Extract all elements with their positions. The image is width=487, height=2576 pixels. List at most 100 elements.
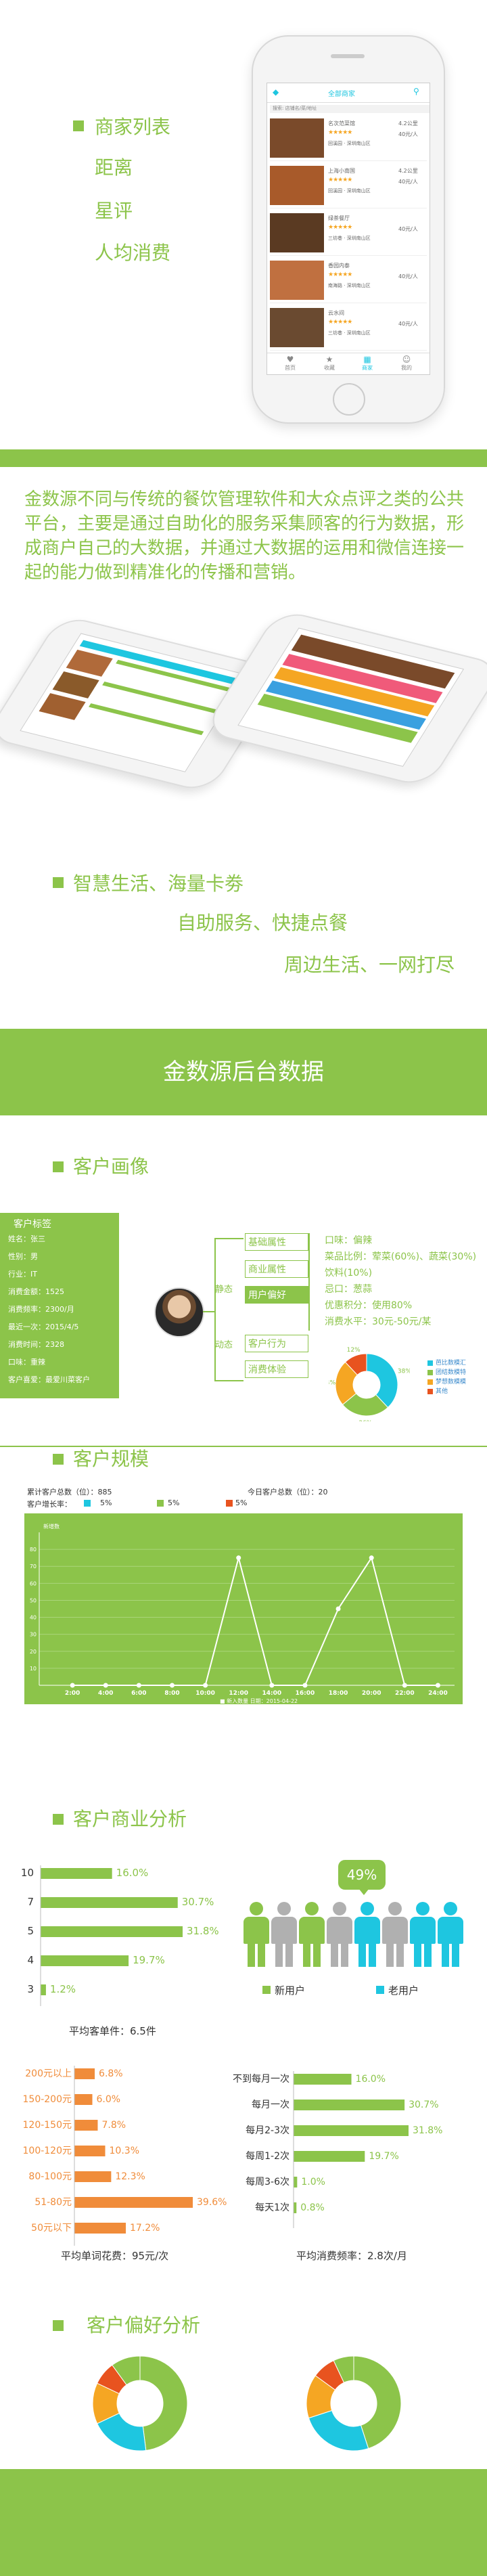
bar-value-label: 19.7%	[133, 1954, 165, 1966]
tab-me[interactable]: ☺ 我的	[393, 355, 420, 372]
y-tick-label: 20	[30, 1649, 37, 1655]
tab-shops[interactable]: ▦ 商家	[354, 355, 381, 372]
items-per-order-chart: 10 16.0% 7 30.7% 5 31.8% 4 19.7% 3 1.2%	[21, 1865, 219, 2006]
avg-spend-caption: 平均单词花费：95元/次	[61, 2250, 169, 2262]
restaurant-row[interactable]: 名次范菜馆 ★★★★★ 回溪园 · 深圳南山区 4.2公里 40元/人	[270, 116, 427, 161]
chart-background	[24, 1513, 463, 1704]
avg-frequency-caption: 平均消费频率：2.8次/月	[296, 2250, 407, 2262]
user-figure-icon	[354, 1902, 380, 1970]
bar-category-label: 3	[27, 1983, 34, 1995]
series-point	[302, 1683, 308, 1688]
growth-legend-label: 客户增长率：	[27, 1500, 72, 1509]
x-tick-label: 22:00	[395, 1690, 415, 1697]
bullet-icon	[73, 120, 84, 131]
bar	[41, 1926, 183, 1937]
attr-behavior[interactable]: 客户行为	[245, 1335, 308, 1352]
bullet-icon	[53, 2320, 64, 2331]
attr-experience[interactable]: 消费体验	[245, 1360, 308, 1378]
customer-tag-line: 行业：IT	[8, 1270, 37, 1279]
customer-tag-line: 口味：重辣	[8, 1358, 45, 1367]
x-tick-label: 20:00	[362, 1690, 381, 1697]
restaurant-row[interactable]: 云水间 ★★★★★ 三坊巷 · 深圳南山区 40元/人	[270, 305, 427, 351]
series-point	[70, 1683, 75, 1688]
pie-legend-swatch	[427, 1370, 433, 1375]
user-figure-icon	[438, 1902, 463, 1970]
restaurant-row[interactable]: 香园内泰 ★★★★★ 南海路 · 深圳南山区 40元/人	[270, 258, 427, 303]
pie-legend-swatch	[427, 1389, 433, 1394]
connector-lines	[203, 1238, 244, 1381]
y-tick-label: 80	[30, 1547, 37, 1553]
bar-category-label: 80-100元	[28, 2171, 72, 2182]
bullet-icon	[53, 1161, 64, 1172]
bar-category-label: 200元以上	[25, 2068, 72, 2079]
user-figure-icon	[299, 1902, 325, 1970]
restaurant-area: 回溪园 · 深圳南山区	[328, 141, 371, 146]
y-tick-label: 40	[30, 1615, 37, 1621]
preference-donut: 38% 26% 24% 12%	[329, 1347, 410, 1421]
dynamic-label: 动态	[215, 1340, 233, 1350]
rating-stars: ★★★★★	[328, 319, 352, 326]
pie-legend-label: 团结数模特	[436, 1369, 467, 1376]
legend-month-value: 5%	[235, 1498, 248, 1507]
home-button[interactable]	[333, 383, 365, 416]
attr-preference[interactable]: 用户偏好	[245, 1286, 308, 1304]
bar-value-label: 1.2%	[50, 1983, 76, 1995]
y-tick-label: 30	[30, 1632, 37, 1638]
rating-stars: ★★★★★	[328, 177, 352, 183]
bar-value-label: 31.8%	[187, 1925, 219, 1937]
x-tick-label: 24:00	[428, 1690, 448, 1697]
phone-mockup-3	[202, 608, 487, 789]
x-tick-label: 14:00	[262, 1690, 282, 1697]
bullet-icon	[53, 877, 64, 888]
donut-slice-label: 24%	[329, 1379, 336, 1386]
x-tick-label: 6:00	[131, 1690, 146, 1697]
restaurant-row[interactable]: 绿茶餐厅 ★★★★★ 三坊巷 · 深圳南山区 40元/人	[270, 210, 427, 256]
series-point	[269, 1683, 275, 1688]
restaurant-photo	[270, 308, 324, 347]
app-header: ◆ 全部商家 ⚲	[267, 83, 430, 103]
row-bar	[89, 703, 204, 736]
bar-value-label: 12.3%	[115, 2171, 145, 2182]
series-point	[435, 1683, 440, 1688]
series-point	[103, 1683, 108, 1688]
pie-legend-label: 梦想数模模	[436, 1379, 467, 1385]
app-tabbar: ♥ 首页 ★ 收藏 ▦ 商家 ☺ 我的	[267, 353, 430, 374]
series-point	[203, 1683, 208, 1688]
legend-swatch-month	[226, 1500, 233, 1507]
tab-favorites[interactable]: ★ 收藏	[316, 355, 343, 372]
phone-screen-2	[20, 633, 247, 772]
phone-screen-3	[237, 627, 465, 767]
search-icon[interactable]: ⚲	[413, 87, 419, 96]
restaurant-row[interactable]: 上海小南国 ★★★★★ 回溪园 · 深圳南山区 4.2公里 40元/人	[270, 163, 427, 208]
bar-value-label: 6.8%	[99, 2068, 123, 2079]
attr-business[interactable]: 商业属性	[245, 1260, 308, 1278]
tab-home[interactable]: ♥ 首页	[277, 355, 304, 372]
series-point	[335, 1606, 341, 1612]
bar	[41, 1868, 112, 1879]
pie-legend-swatch	[427, 1360, 433, 1366]
bar-value-label: 16.0%	[116, 1867, 149, 1879]
bar-category-label: 每天1次	[255, 2202, 289, 2213]
donut-slice	[308, 2410, 369, 2451]
bar	[294, 2202, 297, 2213]
user-figure-icon	[327, 1902, 352, 1970]
location-icon[interactable]: ◆	[273, 87, 279, 97]
slogan-3: 周边生活、一网打尽	[284, 954, 455, 976]
tab-home-label: 首页	[285, 365, 296, 371]
feature-item: 距离	[95, 156, 133, 179]
section-title-portrait: 客户画像	[73, 1155, 149, 1178]
chart-footer: ■ 新入数量 日期：2015-04-22	[220, 1697, 298, 1704]
search-input[interactable]: 搜索: 店铺名/菜/地址	[270, 105, 430, 113]
restaurant-photo	[270, 213, 324, 252]
customer-tag-line: 消费金额：1525	[8, 1287, 64, 1296]
restaurant-photo	[270, 261, 324, 300]
customer-tag-line: 客户喜爱：最爱川菜客户	[8, 1375, 90, 1384]
bar-category-label: 51-80元	[34, 2197, 72, 2208]
user-figure-icon	[410, 1902, 436, 1970]
bar-category-label: 120-150元	[23, 2120, 72, 2131]
donut-slice-label: 38%	[398, 1368, 410, 1375]
tab-favorites-label: 收藏	[324, 365, 335, 371]
attr-basic[interactable]: 基础属性	[245, 1233, 308, 1251]
preference-donut-2	[306, 2355, 402, 2451]
x-tick-label: 10:00	[195, 1690, 215, 1697]
